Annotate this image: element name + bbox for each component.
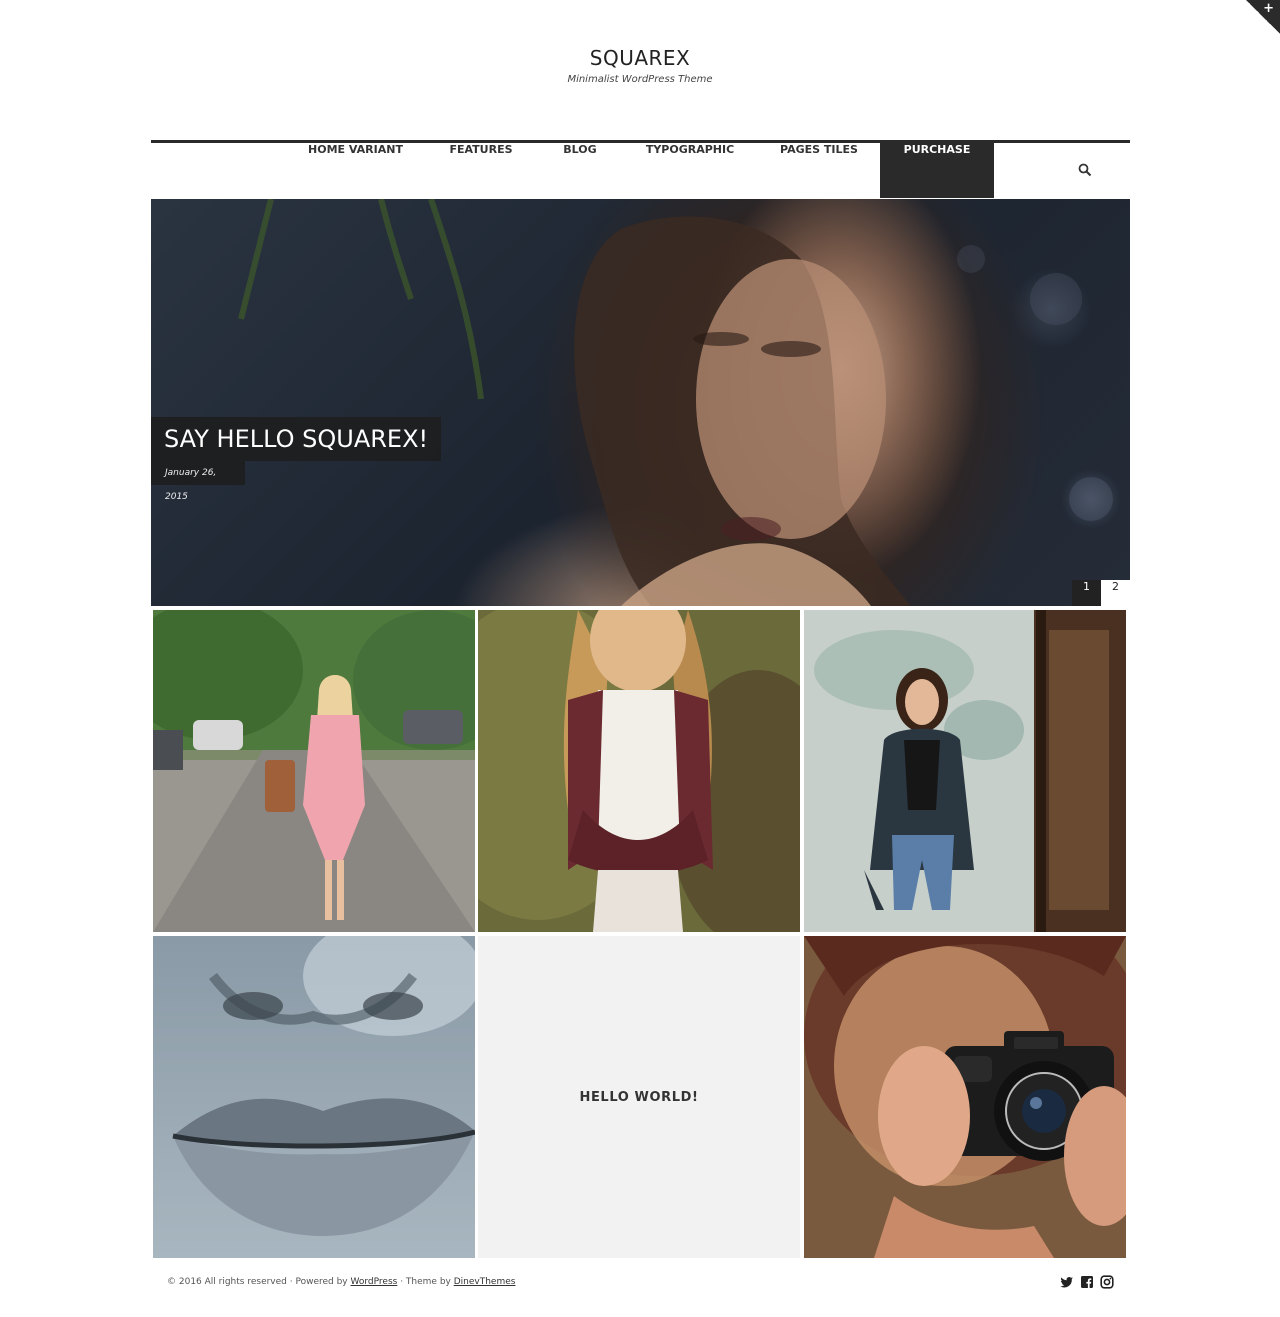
tile-image [153,610,475,932]
tile-leather-jacket-woman[interactable] [804,610,1126,932]
footer-copyright: © 2016 All rights reserved · Powered by [167,1277,351,1287]
tile-lips-closeup[interactable] [153,936,475,1258]
instagram-icon[interactable] [1100,1275,1114,1289]
site-footer: © 2016 All rights reserved · Powered by … [151,1268,1130,1298]
nav-item-home-variant[interactable]: HOME VARIANT [298,143,413,198]
pager-button-2[interactable]: 2 [1101,580,1130,606]
site-header: SQUAREX Minimalist WordPress Theme [0,0,1280,140]
main-navigation: HOME VARIANT FEATURES BLOG TYPOGRAPHIC P… [151,140,1130,198]
tile-camera-woman[interactable] [804,936,1126,1258]
site-title[interactable]: SQUAREX [0,46,1280,70]
dinevthemes-link[interactable]: DinevThemes [454,1277,516,1287]
site-tagline: Minimalist WordPress Theme [567,74,713,85]
tile-image [804,936,1126,1258]
tile-image [804,610,1126,932]
wordpress-link[interactable]: WordPress [351,1277,398,1287]
nav-item-pages-tiles[interactable]: PAGES TILES [771,143,867,198]
slider-pager: 1 2 [1072,580,1130,606]
nav-item-blog[interactable]: BLOG [551,143,609,198]
tile-maroon-cardigan-woman[interactable] [478,610,800,932]
twitter-icon[interactable] [1060,1275,1074,1289]
hero-slider[interactable]: SAY HELLO SQUAREX! January 26, 2015 1 2 [151,199,1130,606]
tile-hello-world-label: HELLO WORLD! [579,1089,699,1105]
pager-button-1[interactable]: 1 [1072,580,1101,606]
tile-hello-world[interactable]: HELLO WORLD! [478,936,800,1258]
tile-image [153,936,475,1258]
search-icon[interactable] [1078,163,1092,177]
hero-post-title[interactable]: SAY HELLO SQUAREX! [151,417,442,461]
social-links [1060,1275,1114,1289]
footer-credits: © 2016 All rights reserved · Powered by … [167,1277,515,1287]
hero-post-date: January 26, 2015 [151,461,245,502]
nav-item-features[interactable]: FEATURES [437,143,525,198]
facebook-icon[interactable] [1080,1275,1094,1289]
footer-theme-by: · Theme by [397,1277,454,1287]
nav-item-purchase[interactable]: PURCHASE [880,143,994,198]
tile-pink-dress-woman[interactable] [153,610,475,932]
nav-item-typographic[interactable]: TYPOGRAPHIC [635,143,745,198]
tile-image [478,610,800,932]
hero-image [238,199,1113,606]
